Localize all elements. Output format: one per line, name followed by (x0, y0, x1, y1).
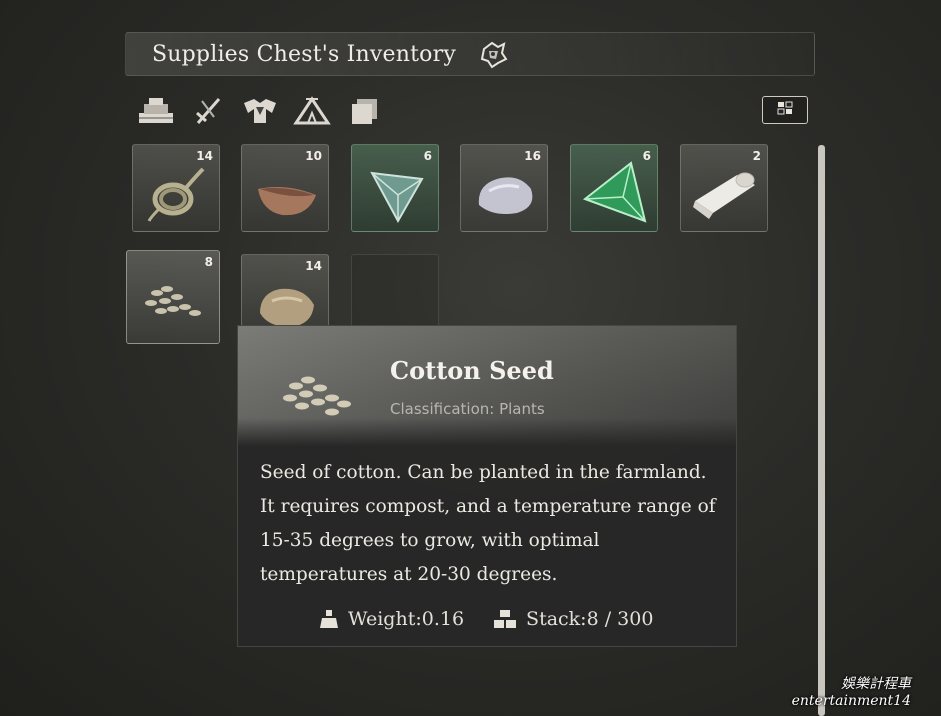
inventory-slot-crystal[interactable]: 6 (351, 144, 439, 232)
inventory-title-bar: Supplies Chest's Inventory (125, 32, 815, 76)
category-filter-bar (136, 94, 384, 130)
grid-layout-icon (775, 100, 795, 120)
inventory-slot-cloth[interactable]: 2 (680, 144, 768, 232)
inventory-slot-bowl[interactable]: 10 (241, 144, 329, 232)
cloth-roll-icon (693, 172, 755, 219)
item-count: 16 (524, 149, 541, 163)
inventory-slot-silver-ore[interactable]: 16 (460, 144, 548, 232)
description-line: temperatures at 20-30 degrees. (260, 564, 558, 585)
item-count: 2 (752, 149, 761, 163)
item-count: 6 (642, 149, 651, 163)
layout-toggle-button[interactable] (762, 96, 808, 124)
armor-filter-icon[interactable] (240, 94, 280, 128)
tooltip-stats: Weight:0.16 Stack:8 / 300 (318, 608, 653, 630)
weight-stat: Weight:0.16 (318, 608, 464, 630)
weapons-filter-icon[interactable] (188, 94, 228, 128)
camp-filter-icon[interactable] (292, 94, 332, 128)
materials-filter-icon[interactable] (136, 94, 176, 128)
item-count: 8 (204, 255, 213, 269)
watermark-line: entertainment14 (791, 693, 911, 709)
item-count: 14 (196, 149, 213, 163)
stack-stat: Stack:8 / 300 (492, 608, 653, 630)
weight-icon (320, 610, 338, 628)
item-count: 10 (305, 149, 322, 163)
inventory-scrollbar[interactable] (818, 145, 825, 716)
inventory-slot-cotton-seed[interactable]: 8 (126, 250, 220, 344)
inventory-slot-emerald[interactable]: 6 (570, 144, 658, 232)
silver-ore-icon (478, 177, 533, 214)
emerald-crystal-icon (582, 161, 647, 223)
inventory-title: Supplies Chest's Inventory (152, 42, 456, 67)
item-tooltip: Cotton Seed Classification: Plants Seed … (237, 325, 737, 647)
watermark-line: 娛樂計程車 (841, 676, 911, 692)
weight-value: Weight:0.16 (348, 608, 465, 630)
description-line: 15-35 degrees to grow, with optimal (260, 530, 600, 551)
tooltip-description: Seed of cotton. Can be planted in the fa… (260, 456, 720, 592)
chest-emblem-icon (478, 39, 510, 71)
description-line: It requires compost, and a temperature r… (260, 496, 716, 517)
stack-icon (494, 610, 517, 628)
misc-filter-icon[interactable] (344, 94, 384, 128)
inventory-slot-rope[interactable]: 14 (132, 144, 220, 232)
tooltip-header: Cotton Seed Classification: Plants (238, 326, 736, 446)
cotton-seed-icon (145, 286, 201, 316)
stack-value: Stack:8 / 300 (526, 608, 654, 630)
item-count: 6 (423, 149, 432, 163)
tooltip-item-name: Cotton Seed (390, 356, 554, 385)
tooltip-classification: Classification: Plants (390, 400, 545, 418)
description-line: Seed of cotton. Can be planted in the fa… (260, 462, 707, 483)
wooden-bowl-icon (258, 187, 316, 216)
cotton-seed-icon (283, 376, 351, 416)
tetra-crystal-icon (370, 171, 424, 224)
watermark: 娛樂計程車 entertainment14 (792, 676, 911, 710)
item-count: 14 (305, 259, 322, 273)
rope-coil-icon (147, 167, 205, 222)
